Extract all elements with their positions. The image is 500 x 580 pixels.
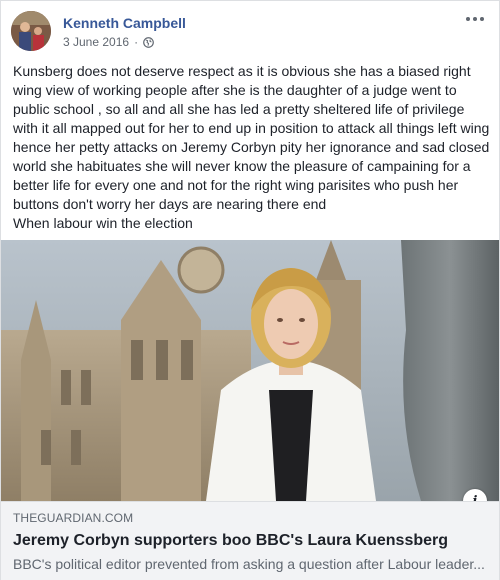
facebook-post: Kenneth Campbell 3 June 2016 · Kunsberg … bbox=[0, 0, 500, 580]
link-preview-info[interactable]: THEGUARDIAN.COM Jeremy Corbyn supporters… bbox=[1, 501, 499, 580]
avatar[interactable] bbox=[11, 11, 51, 51]
author-name[interactable]: Kenneth Campbell bbox=[63, 15, 186, 31]
more-options-icon[interactable] bbox=[463, 9, 487, 29]
link-description: BBC's political editor prevented from as… bbox=[13, 556, 485, 572]
post-meta: 3 June 2016 · bbox=[63, 35, 154, 49]
post-text: Kunsberg does not deserve respect as it … bbox=[13, 63, 490, 231]
link-domain: THEGUARDIAN.COM bbox=[13, 511, 134, 525]
post-header: Kenneth Campbell 3 June 2016 · bbox=[11, 9, 489, 57]
post-date[interactable]: 3 June 2016 bbox=[63, 35, 129, 49]
link-title[interactable]: Jeremy Corbyn supporters boo BBC's Laura… bbox=[13, 531, 487, 551]
link-preview-image[interactable] bbox=[1, 240, 499, 501]
globe-icon[interactable] bbox=[143, 36, 154, 48]
